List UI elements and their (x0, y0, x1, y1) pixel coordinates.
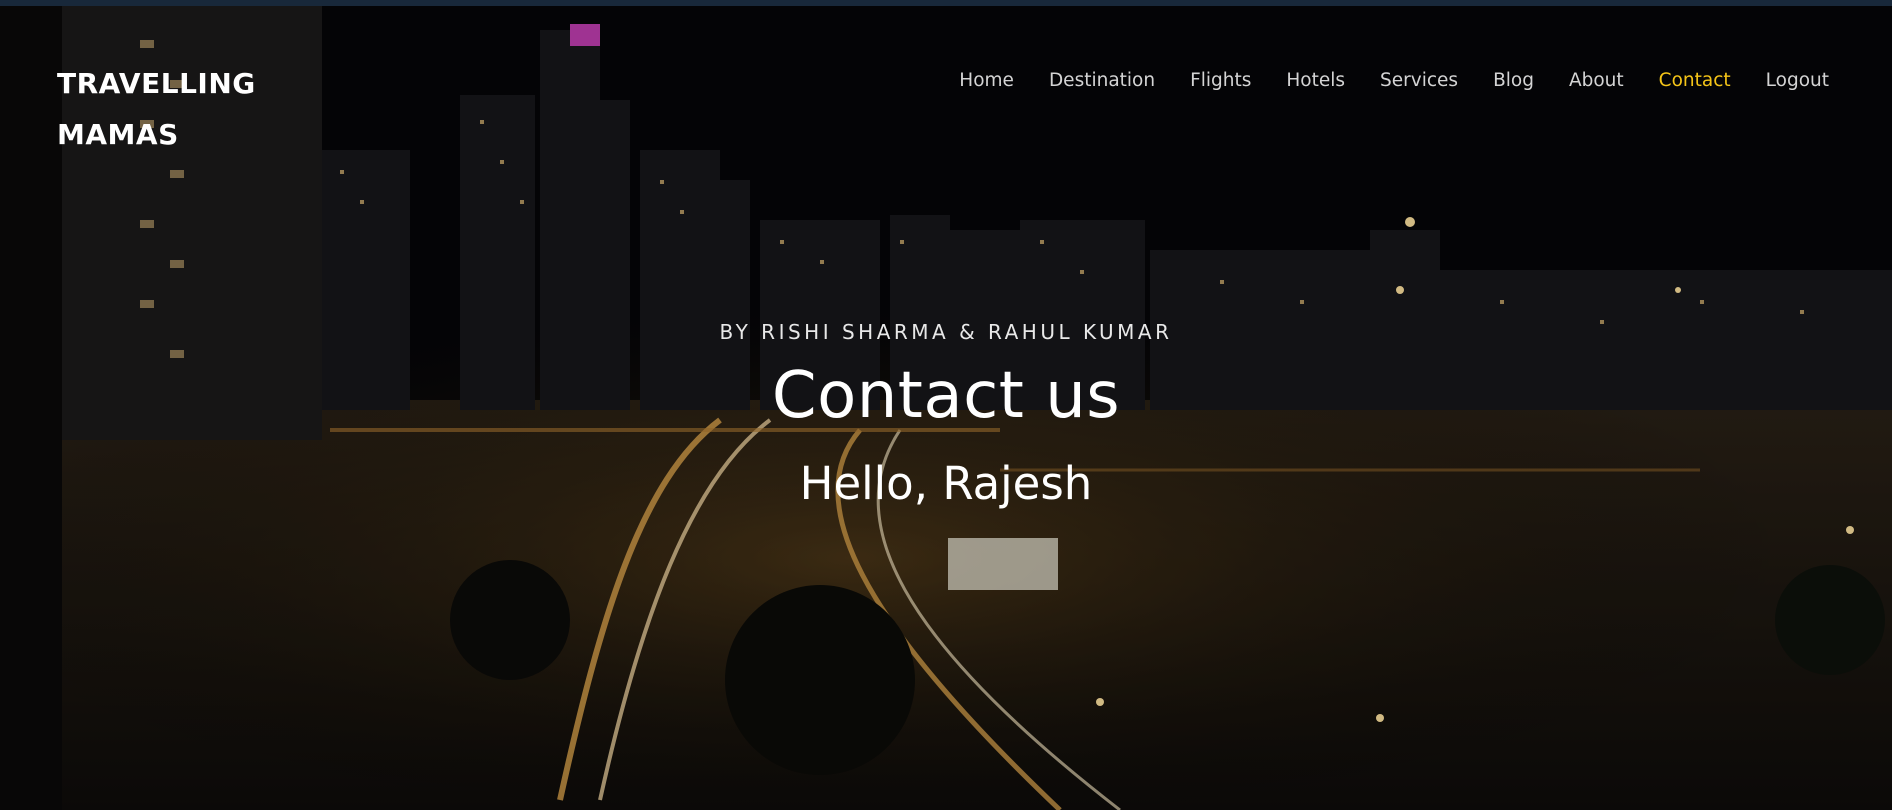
nav-link-contact[interactable]: Contact (1659, 70, 1731, 91)
nav-item-logout: Logout (1766, 70, 1829, 91)
navbar: TRAVELLING MAMAS Home Destination Flight… (0, 0, 1892, 160)
nav-item-contact: Contact (1659, 70, 1731, 91)
nav-link-home[interactable]: Home (959, 70, 1014, 91)
nav-link-flights[interactable]: Flights (1190, 70, 1251, 91)
nav-link-services[interactable]: Services (1380, 70, 1458, 91)
nav-item-destination: Destination (1049, 70, 1155, 91)
nav-link-blog[interactable]: Blog (1493, 70, 1534, 91)
nav-link-about[interactable]: About (1569, 70, 1624, 91)
nav-link-logout[interactable]: Logout (1766, 70, 1829, 91)
nav-item-services: Services (1380, 70, 1458, 91)
hero-byline: BY RISHI SHARMA & RAHUL KUMAR (719, 320, 1173, 344)
user-greeting: Hello, Rajesh (799, 457, 1093, 510)
page-title: Contact us (771, 359, 1121, 433)
hero-text: BY RISHI SHARMA & RAHUL KUMAR Contact us… (0, 320, 1892, 512)
brand-line-1: TRAVELLING (57, 67, 256, 100)
nav-item-blog: Blog (1493, 70, 1534, 91)
nav-item-about: About (1569, 70, 1624, 91)
nav-menu: Home Destination Flights Hotels Services… (924, 70, 1829, 91)
nav-link-destination[interactable]: Destination (1049, 70, 1155, 91)
nav-item-home: Home (959, 70, 1014, 91)
nav-item-hotels: Hotels (1286, 70, 1345, 91)
hero-section: TRAVELLING MAMAS Home Destination Flight… (0, 0, 1892, 810)
nav-link-hotels[interactable]: Hotels (1286, 70, 1345, 91)
brand-line-2: MAMAS (57, 118, 179, 151)
brand-logo[interactable]: TRAVELLING MAMAS (57, 58, 277, 160)
nav-item-flights: Flights (1190, 70, 1251, 91)
